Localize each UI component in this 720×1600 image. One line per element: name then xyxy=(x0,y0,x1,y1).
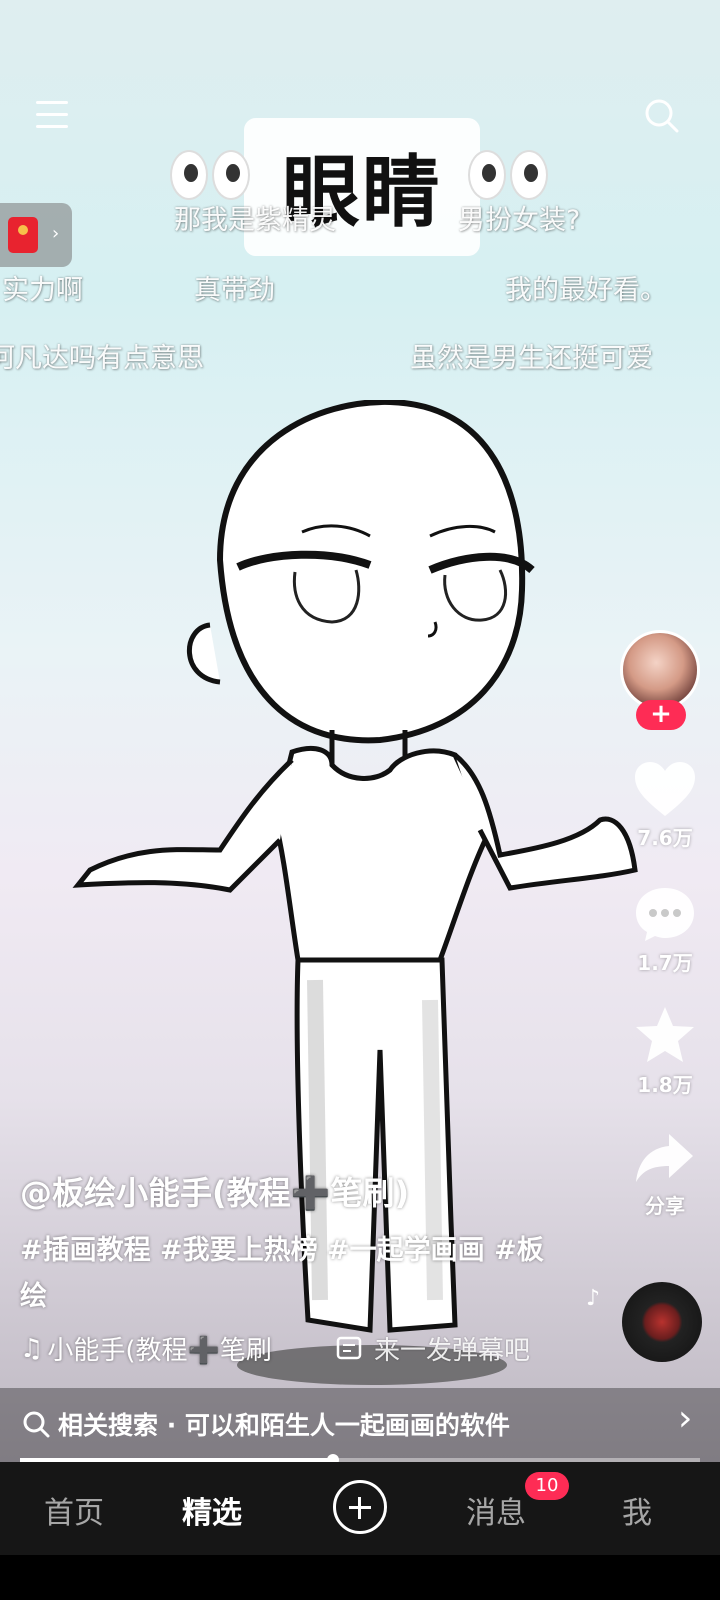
share-label: 分享 xyxy=(645,1194,685,1218)
search-icon xyxy=(23,1411,50,1438)
system-nav-bar xyxy=(0,1555,720,1600)
danmaku-comment: 我的最好看。 xyxy=(505,275,667,306)
tab-me[interactable]: 我 xyxy=(622,1488,652,1532)
danmaku-comment: 男扮女装? xyxy=(458,205,581,236)
eyes-emoji-right xyxy=(468,150,548,200)
danmaku-input[interactable]: 来一发弹幕吧 xyxy=(336,1330,530,1367)
related-search-bar[interactable]: 相关搜索 · 可以和陌生人一起画画的软件 › xyxy=(0,1388,720,1462)
danmaku-placeholder: 来一发弹幕吧 xyxy=(374,1336,531,1366)
danmaku-comment: 实力啊 xyxy=(2,275,83,306)
danmaku-comment: 虽然是男生还挺可爱 xyxy=(410,343,653,374)
music-note-icon: ♪ xyxy=(586,1286,601,1311)
tab-home[interactable]: 首页 xyxy=(44,1488,104,1532)
related-search-label: 相关搜索 · 可以和陌生人一起画画的软件 xyxy=(58,1411,510,1440)
favorite-button[interactable]: 1.8万 xyxy=(620,1005,710,1098)
favorite-count: 1.8万 xyxy=(637,1073,693,1097)
music-info[interactable]: ♫ 小能手(教程➕笔刷 xyxy=(20,1330,272,1367)
comment-button[interactable]: 1.7万 xyxy=(620,885,710,976)
share-icon xyxy=(636,1134,693,1182)
chevron-right-icon: › xyxy=(678,1398,693,1439)
follow-button[interactable]: + xyxy=(636,700,686,730)
menu-icon[interactable] xyxy=(36,101,68,129)
music-title: 小能手(教程➕笔刷 xyxy=(47,1336,272,1366)
like-count: 7.6万 xyxy=(637,826,693,850)
tab-featured[interactable]: 精选 xyxy=(182,1488,242,1532)
danmaku-comment: 真带劲 xyxy=(194,275,275,306)
messages-badge: 10 xyxy=(525,1472,569,1500)
tab-messages[interactable]: 消息 xyxy=(466,1488,526,1532)
red-packet-icon xyxy=(8,217,38,253)
share-button[interactable]: 分享 xyxy=(620,1130,710,1219)
danmaku-comment: 河凡达吗有点意思 xyxy=(0,343,204,374)
danmaku-comment: 那我是紫精灵 xyxy=(174,205,336,236)
create-post-button[interactable] xyxy=(333,1480,387,1534)
star-icon xyxy=(636,1007,694,1062)
author-avatar[interactable] xyxy=(620,630,700,710)
danmaku-icon xyxy=(336,1336,362,1359)
music-disc[interactable] xyxy=(622,1282,702,1362)
heart-icon xyxy=(635,762,695,816)
video-player[interactable]: 眼睛 › 那我是紫精灵 男扮女装? 实力啊 真带劲 我的最好看。 河凡达吗有点意… xyxy=(0,0,720,1462)
search-icon[interactable] xyxy=(642,96,682,136)
author-name[interactable]: @板绘小能手(教程➕笔刷) xyxy=(20,1168,409,1214)
comment-icon xyxy=(636,888,694,941)
comment-count: 1.7万 xyxy=(637,951,693,975)
progress-handle[interactable] xyxy=(326,1454,339,1462)
music-icon: ♫ xyxy=(20,1333,44,1364)
like-button[interactable]: 7.6万 xyxy=(620,760,710,851)
red-packet-widget[interactable]: › xyxy=(0,203,72,267)
eyes-emoji-left xyxy=(170,150,250,200)
post-description[interactable]: #插画教程 #我要上热榜 #一起学画画 #板绘 xyxy=(20,1228,560,1320)
chevron-right-icon: › xyxy=(52,223,60,244)
bottom-tab-bar: 首页 精选 消息 10 我 xyxy=(0,1462,720,1555)
